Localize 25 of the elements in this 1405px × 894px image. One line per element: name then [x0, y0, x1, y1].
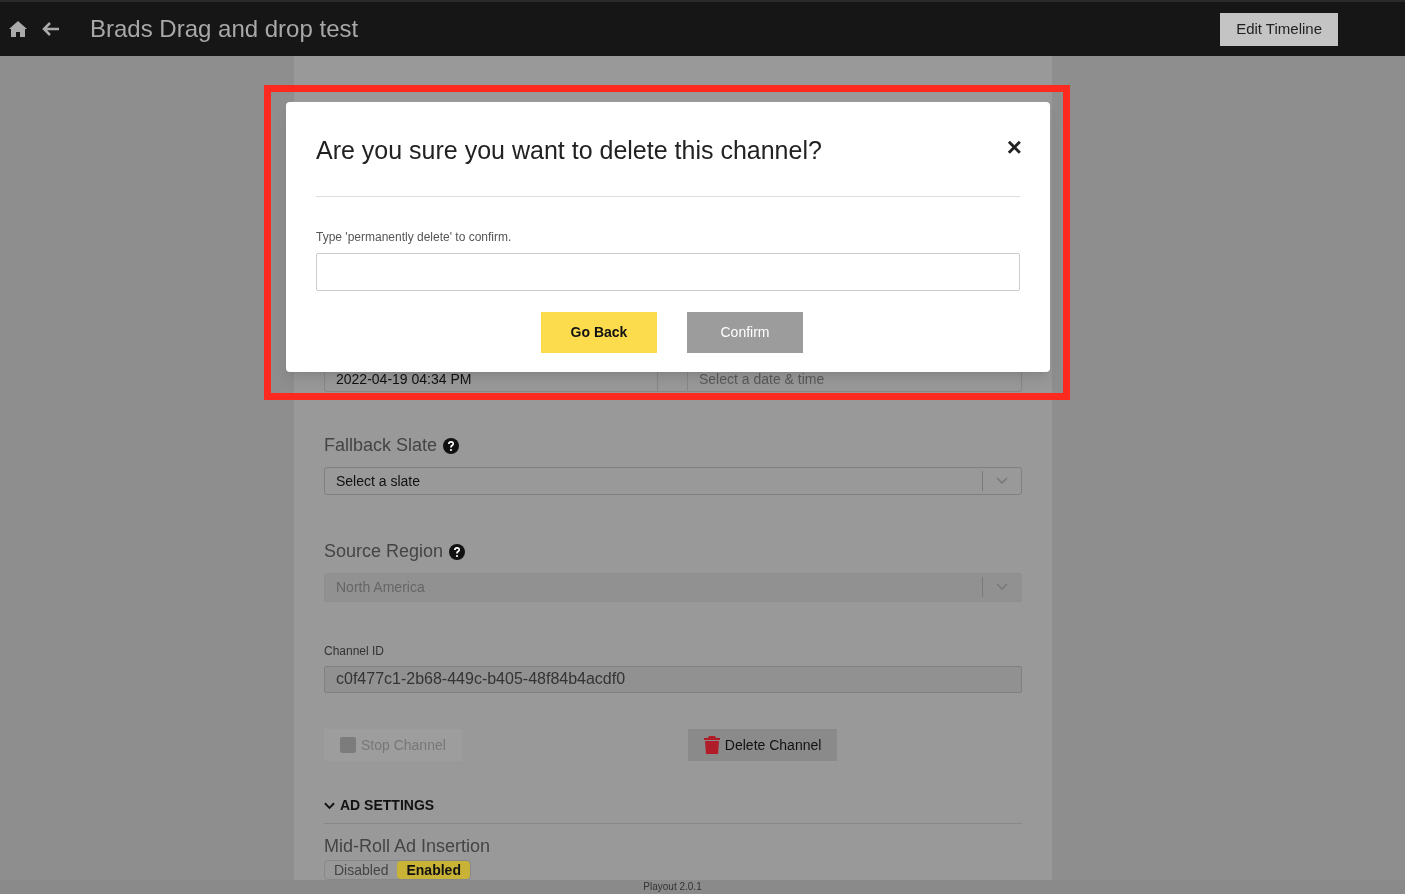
toggle-option[interactable]: Enabled — [397, 861, 470, 879]
chevron-down-icon — [996, 477, 1008, 486]
chevron-down-icon — [996, 583, 1008, 592]
field-label: Source Region — [324, 540, 444, 564]
field-label: Fallback Slate — [324, 434, 438, 458]
select-field[interactable]: Select a slate — [324, 467, 1022, 496]
page-title: Brads Drag and drop test — [90, 14, 359, 44]
back-arrow-icon[interactable] — [42, 21, 60, 37]
edit-timeline-button[interactable]: Edit Timeline — [1220, 12, 1338, 46]
dialog-title: Are you sure you want to delete this channel? — [316, 135, 823, 166]
help-icon[interactable] — [443, 437, 460, 454]
home-icon[interactable] — [8, 20, 28, 38]
field-label: Channel ID — [324, 642, 385, 660]
field-label: Mid-Roll Ad Insertion — [324, 835, 492, 858]
toggle-option[interactable]: Disabled — [325, 861, 398, 879]
go-back-button[interactable]: Go Back — [541, 311, 657, 353]
close-button[interactable]: × — [1006, 134, 1022, 160]
trash-icon — [703, 736, 720, 754]
section-header[interactable]: AD SETTINGS — [340, 795, 435, 816]
stop-icon — [340, 737, 356, 753]
field-label: Type 'permanently delete' to confirm. — [316, 228, 513, 246]
chevron-down-icon[interactable] — [324, 801, 335, 810]
version-text: Playout 2.0.1 — [643, 880, 702, 894]
confirm-input-field[interactable] — [316, 252, 1020, 291]
delete-channel-button[interactable]: Delete Channel — [687, 729, 838, 761]
